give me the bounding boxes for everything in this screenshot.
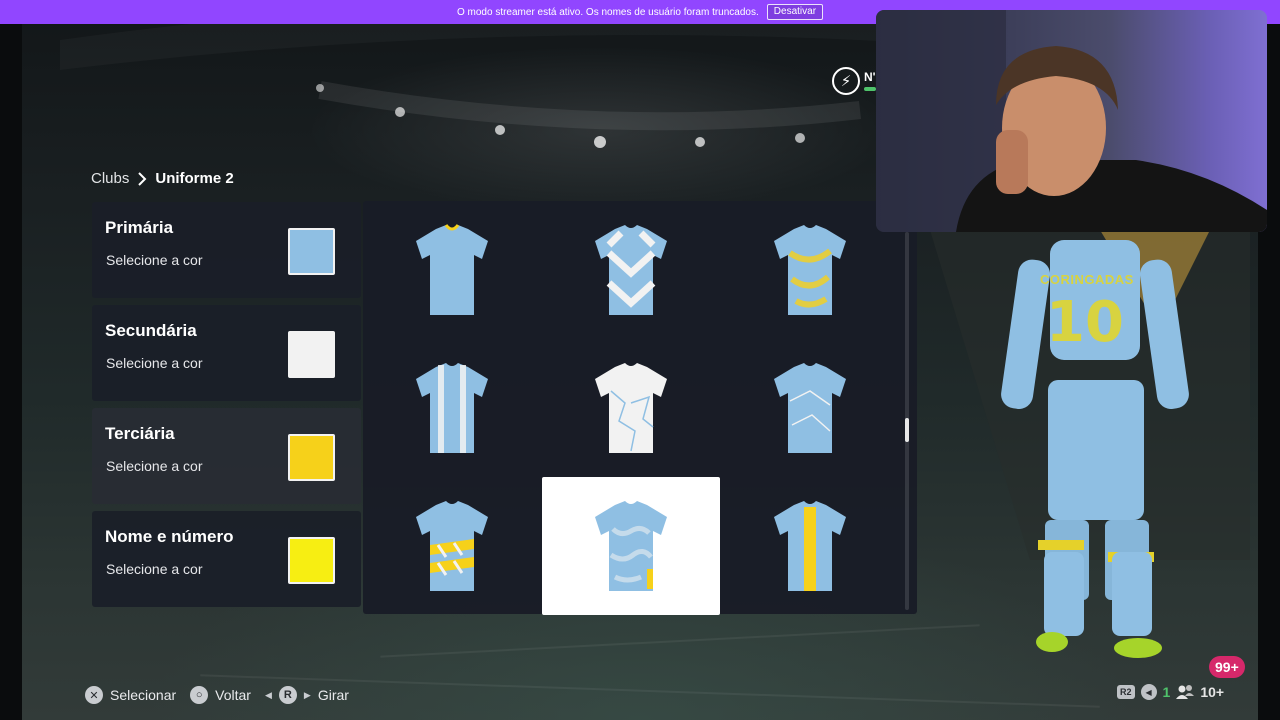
- back-arrow-icon[interactable]: ◀: [1140, 684, 1157, 700]
- panel-title: Secundária: [105, 321, 197, 340]
- color-panel-tertiary[interactable]: Terciária Selecione a cor: [92, 408, 361, 504]
- kit-shirt-plain: [416, 223, 488, 315]
- kit-tile[interactable]: [721, 477, 899, 615]
- kit-shirt-center-stripe: [774, 500, 846, 591]
- kit-grid-scrollbar[interactable]: [905, 232, 909, 610]
- arrow-right-icon: ▶: [303, 689, 311, 700]
- circle-button-icon: ○: [190, 686, 209, 704]
- kit-shirt-shards: [774, 362, 846, 453]
- kit-shirt-stripes: [416, 362, 488, 453]
- kit-tile[interactable]: [542, 339, 720, 477]
- r2-button-icon: R2: [1117, 685, 1135, 699]
- kit-shirt-marble: [774, 224, 846, 315]
- color-panel-secondary[interactable]: Secundária Selecione a cor: [92, 305, 361, 401]
- hint-label: Selecionar: [110, 687, 177, 703]
- kit-tile[interactable]: [542, 477, 720, 615]
- player-jersey-number: 10: [1046, 290, 1124, 355]
- breadcrumb-current: Uniforme 2: [155, 170, 234, 187]
- friends-icon[interactable]: [1176, 684, 1195, 700]
- color-panel-primary[interactable]: Primária Selecione a cor: [92, 202, 361, 298]
- lightning-icon: ⚡: [832, 67, 860, 95]
- right-stick-icon: R: [278, 686, 297, 704]
- panel-subtitle: Selecione a cor: [106, 252, 203, 268]
- arrow-left-icon: ◀: [264, 689, 272, 700]
- kit-tile[interactable]: [363, 339, 541, 477]
- color-swatch[interactable]: [288, 537, 335, 584]
- player-jersey-name: CORINGADAS: [1040, 272, 1134, 287]
- streamer-mode-message: O modo streamer está ativo. Os nomes de …: [456, 6, 759, 18]
- system-tray: R2 ◀ 1 10+: [1117, 684, 1224, 700]
- hint-back[interactable]: ○ Voltar: [190, 686, 251, 704]
- kit-tile[interactable]: [542, 201, 720, 339]
- breadcrumb: Clubs Uniforme 2: [91, 170, 234, 187]
- hint-label: Girar: [317, 687, 349, 703]
- panel-subtitle: Selecione a cor: [106, 561, 203, 577]
- color-swatch[interactable]: [288, 228, 335, 275]
- hint-rotate[interactable]: ◀ R ▶ Girar: [265, 686, 349, 704]
- color-swatch[interactable]: [288, 434, 335, 481]
- kit-shirt-crackle: [595, 362, 667, 453]
- kit-shirt-hoops: [416, 500, 488, 591]
- kit-shirt-geometric: [595, 224, 667, 315]
- friends-count: 10+: [1200, 684, 1225, 700]
- panel-title: Terciária: [105, 424, 175, 443]
- webcam-overlay: [876, 10, 1267, 232]
- status-label: N': [864, 70, 876, 84]
- kit-tile[interactable]: [363, 477, 541, 615]
- color-swatch[interactable]: [288, 331, 335, 378]
- letterbox-left: [0, 0, 22, 720]
- kit-tile[interactable]: [721, 339, 899, 477]
- panel-title: Nome e número: [105, 527, 234, 546]
- kit-tile[interactable]: [721, 201, 899, 339]
- chevron-right-icon: [138, 171, 147, 186]
- status-progress-bar: [864, 87, 876, 91]
- scrollbar-thumb[interactable]: [905, 418, 909, 442]
- hint-label: Voltar: [215, 687, 251, 703]
- color-panel-name-number[interactable]: Nome e número Selecione a cor: [92, 511, 361, 607]
- online-count: 1: [1162, 684, 1171, 700]
- kit-tile[interactable]: [363, 201, 541, 339]
- notification-badge[interactable]: 99+: [1209, 656, 1245, 678]
- disable-streamer-mode-button[interactable]: Desativar: [766, 4, 824, 20]
- panel-subtitle: Selecione a cor: [106, 355, 203, 371]
- kit-shirt-camo: [595, 500, 667, 591]
- controller-hints: ✕ Selecionar ○ Voltar ◀ R ▶ Girar: [85, 686, 349, 704]
- panel-subtitle: Selecione a cor: [106, 458, 203, 474]
- kit-pattern-grid: [363, 201, 917, 615]
- panel-title: Primária: [105, 218, 174, 237]
- breadcrumb-clubs[interactable]: Clubs: [91, 170, 129, 187]
- hint-select[interactable]: ✕ Selecionar: [85, 686, 176, 704]
- cross-button-icon: ✕: [85, 686, 103, 704]
